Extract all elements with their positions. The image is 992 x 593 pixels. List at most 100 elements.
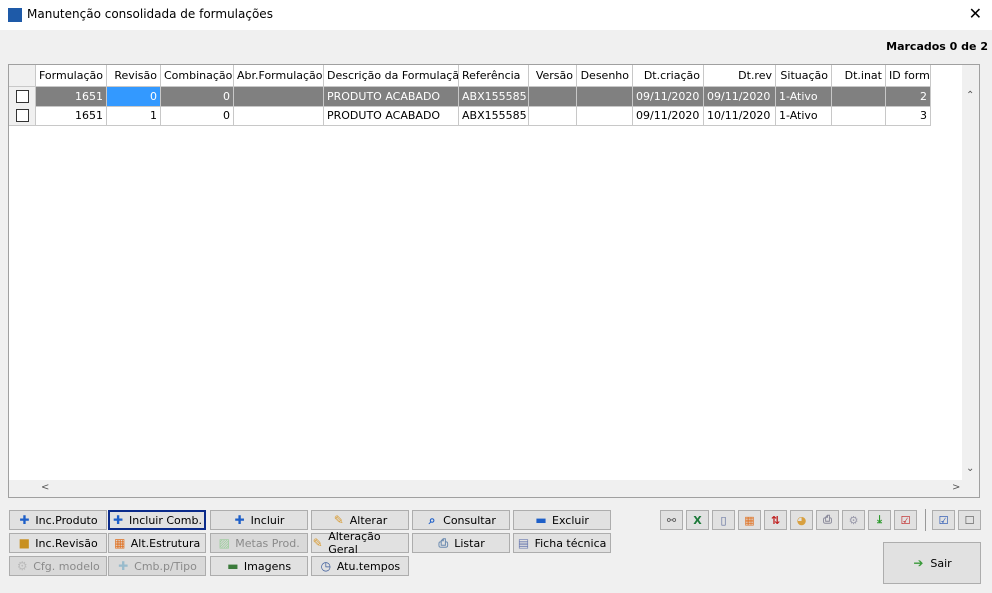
imagens-button[interactable]: ▬ Imagens bbox=[210, 556, 308, 576]
ficha-tecnica-button[interactable]: ▤ Ficha técnica bbox=[513, 533, 611, 553]
table-cell[interactable]: 1-Ativo bbox=[776, 87, 832, 107]
table-cell[interactable] bbox=[529, 106, 577, 126]
metas-prod-button[interactable]: ▨ Metas Prod. bbox=[210, 533, 308, 553]
table-cell[interactable]: 09/11/2020 bbox=[704, 87, 776, 107]
table-cell[interactable] bbox=[577, 87, 633, 107]
table-cell[interactable]: 10/11/2020 bbox=[704, 106, 776, 126]
formulation-grid[interactable]: Formulação Revisão Combinação Abr.Formulaçã… bbox=[8, 64, 980, 498]
table-cell[interactable]: 3 bbox=[886, 106, 931, 126]
app-icon bbox=[8, 8, 22, 22]
excel-button[interactable]: X bbox=[686, 510, 709, 530]
table-cell[interactable]: ABX155585 bbox=[459, 87, 529, 107]
cmb-tipo-button[interactable]: ✚ Cmb.p/Tipo bbox=[108, 556, 206, 576]
table-cell[interactable]: PRODUTO ACABADO bbox=[324, 87, 459, 107]
palette-icon: ◕ bbox=[796, 513, 807, 527]
grid-edit-button[interactable]: ▦ bbox=[738, 510, 761, 530]
check-all-button[interactable]: ☑ bbox=[932, 510, 955, 530]
alt-estrutura-button[interactable]: ▦ Alt.Estrutura bbox=[108, 533, 206, 553]
column-header[interactable]: Dt.rev bbox=[704, 65, 776, 87]
structure-icon: ▦ bbox=[114, 536, 126, 550]
column-header[interactable]: Formulação bbox=[36, 65, 107, 87]
scroll-up-icon[interactable]: ⌃ bbox=[966, 90, 974, 101]
table-cell[interactable]: 0 bbox=[161, 87, 234, 107]
incluir-comb-button[interactable]: ✚ Incluir Comb. bbox=[108, 510, 206, 530]
table-cell[interactable]: 0 bbox=[161, 106, 234, 126]
vertical-scrollbar[interactable]: ⌃ ⌄ bbox=[962, 65, 979, 480]
consultar-button[interactable]: ⌕ Consultar bbox=[412, 510, 510, 530]
checklist-icon: ☑ bbox=[900, 513, 911, 527]
grid-edit-icon: ▦ bbox=[744, 513, 755, 527]
column-header[interactable]: ID form bbox=[886, 65, 931, 87]
sort-button[interactable]: ⇅ bbox=[764, 510, 787, 530]
column-header[interactable]: Dt.inat bbox=[832, 65, 886, 87]
binoculars-button[interactable]: ⚯ bbox=[660, 510, 683, 530]
table-cell[interactable]: 09/11/2020 bbox=[633, 87, 704, 107]
table-row[interactable]: 1651 1 0 PRODUTO ACABADO ABX155585 09/11/2020… bbox=[9, 106, 931, 126]
alterar-button[interactable]: ✎ Alterar bbox=[311, 510, 409, 530]
row-checkbox[interactable] bbox=[9, 87, 36, 107]
table-cell[interactable]: 0 bbox=[107, 87, 161, 107]
document-icon: ▯ bbox=[720, 513, 727, 527]
table-cell[interactable] bbox=[234, 106, 324, 126]
document-button[interactable]: ▯ bbox=[712, 510, 735, 530]
uncheck-all-button[interactable]: ☐ bbox=[958, 510, 981, 530]
excel-icon: X bbox=[693, 513, 702, 527]
table-cell[interactable] bbox=[832, 87, 886, 107]
table-row[interactable]: 1651 0 0 PRODUTO ACABADO ABX155585 09/11/2020… bbox=[9, 87, 931, 107]
inc-revisao-button[interactable]: ■ Inc.Revisão bbox=[9, 533, 107, 553]
column-header[interactable]: Desenho bbox=[577, 65, 633, 87]
listar-button[interactable]: ⎙ Listar bbox=[412, 533, 510, 553]
column-header[interactable]: Versão bbox=[529, 65, 577, 87]
column-header[interactable]: Abr.Formulação bbox=[234, 65, 324, 87]
inc-produto-button[interactable]: ✚ Inc.Produto bbox=[9, 510, 107, 530]
table-cell[interactable] bbox=[234, 87, 324, 107]
table-cell[interactable]: 2 bbox=[886, 87, 931, 107]
table-cell[interactable]: 1-Ativo bbox=[776, 106, 832, 126]
table-cell[interactable]: 1651 bbox=[36, 87, 107, 107]
column-header[interactable]: Situação bbox=[776, 65, 832, 87]
horizontal-scrollbar[interactable]: < > bbox=[9, 480, 962, 497]
table-cell[interactable] bbox=[529, 87, 577, 107]
plus-icon: ✚ bbox=[118, 559, 129, 573]
download-button[interactable]: ⤓ bbox=[868, 510, 891, 530]
column-header[interactable]: Descrição da Formulação bbox=[324, 65, 459, 87]
sair-button[interactable]: ➔ Sair bbox=[883, 542, 981, 584]
column-header[interactable]: Dt.criação bbox=[633, 65, 704, 87]
print-button[interactable]: ⎙ bbox=[816, 510, 839, 530]
scroll-left-icon[interactable]: < bbox=[41, 482, 49, 493]
scroll-down-icon[interactable]: ⌄ bbox=[966, 463, 974, 474]
column-header[interactable]: Revisão bbox=[107, 65, 161, 87]
table-cell[interactable]: ABX155585 bbox=[459, 106, 529, 126]
checkbox-empty-icon: ☐ bbox=[964, 513, 975, 527]
checkbox[interactable] bbox=[15, 109, 29, 122]
excluir-button[interactable]: ▬ Excluir bbox=[513, 510, 611, 530]
row-checkbox[interactable] bbox=[9, 106, 36, 126]
checklist-button[interactable]: ☑ bbox=[894, 510, 917, 530]
gear-button[interactable]: ⚙ bbox=[842, 510, 865, 530]
chart-icon: ▨ bbox=[218, 536, 230, 550]
print-icon: ⎙ bbox=[823, 513, 832, 526]
edit-hand-icon: ✎ bbox=[333, 513, 344, 527]
plus-icon: ✚ bbox=[112, 513, 124, 527]
checkbox[interactable] bbox=[15, 90, 29, 103]
grid-header: Formulação Revisão Combinação Abr.Formulaçã… bbox=[9, 65, 931, 87]
scroll-right-icon[interactable]: > bbox=[952, 482, 960, 493]
palette-button[interactable]: ◕ bbox=[790, 510, 813, 530]
table-cell[interactable]: 1651 bbox=[36, 106, 107, 126]
table-cell[interactable]: 09/11/2020 bbox=[633, 106, 704, 126]
window-title: Manutenção consolidada de formulações bbox=[27, 7, 273, 21]
incluir-button[interactable]: ✚ Incluir bbox=[210, 510, 308, 530]
table-cell[interactable] bbox=[832, 106, 886, 126]
table-cell[interactable] bbox=[577, 106, 633, 126]
add-revision-icon: ■ bbox=[18, 536, 30, 550]
toolbar-separator bbox=[925, 509, 926, 531]
atu-tempos-button[interactable]: ◷ Atu.tempos bbox=[311, 556, 409, 576]
table-cell[interactable]: 1 bbox=[107, 106, 161, 126]
alteracao-geral-button[interactable]: ✎ Alteração Geral bbox=[311, 530, 409, 556]
table-cell[interactable]: PRODUTO ACABADO bbox=[324, 106, 459, 126]
column-header[interactable]: Referência bbox=[459, 65, 529, 87]
column-header[interactable] bbox=[9, 65, 36, 87]
cfg-modelo-button[interactable]: ⚙ Cfg. modelo bbox=[9, 556, 107, 576]
column-header[interactable]: Combinação bbox=[161, 65, 234, 87]
close-button[interactable]: ✕ bbox=[969, 4, 982, 23]
